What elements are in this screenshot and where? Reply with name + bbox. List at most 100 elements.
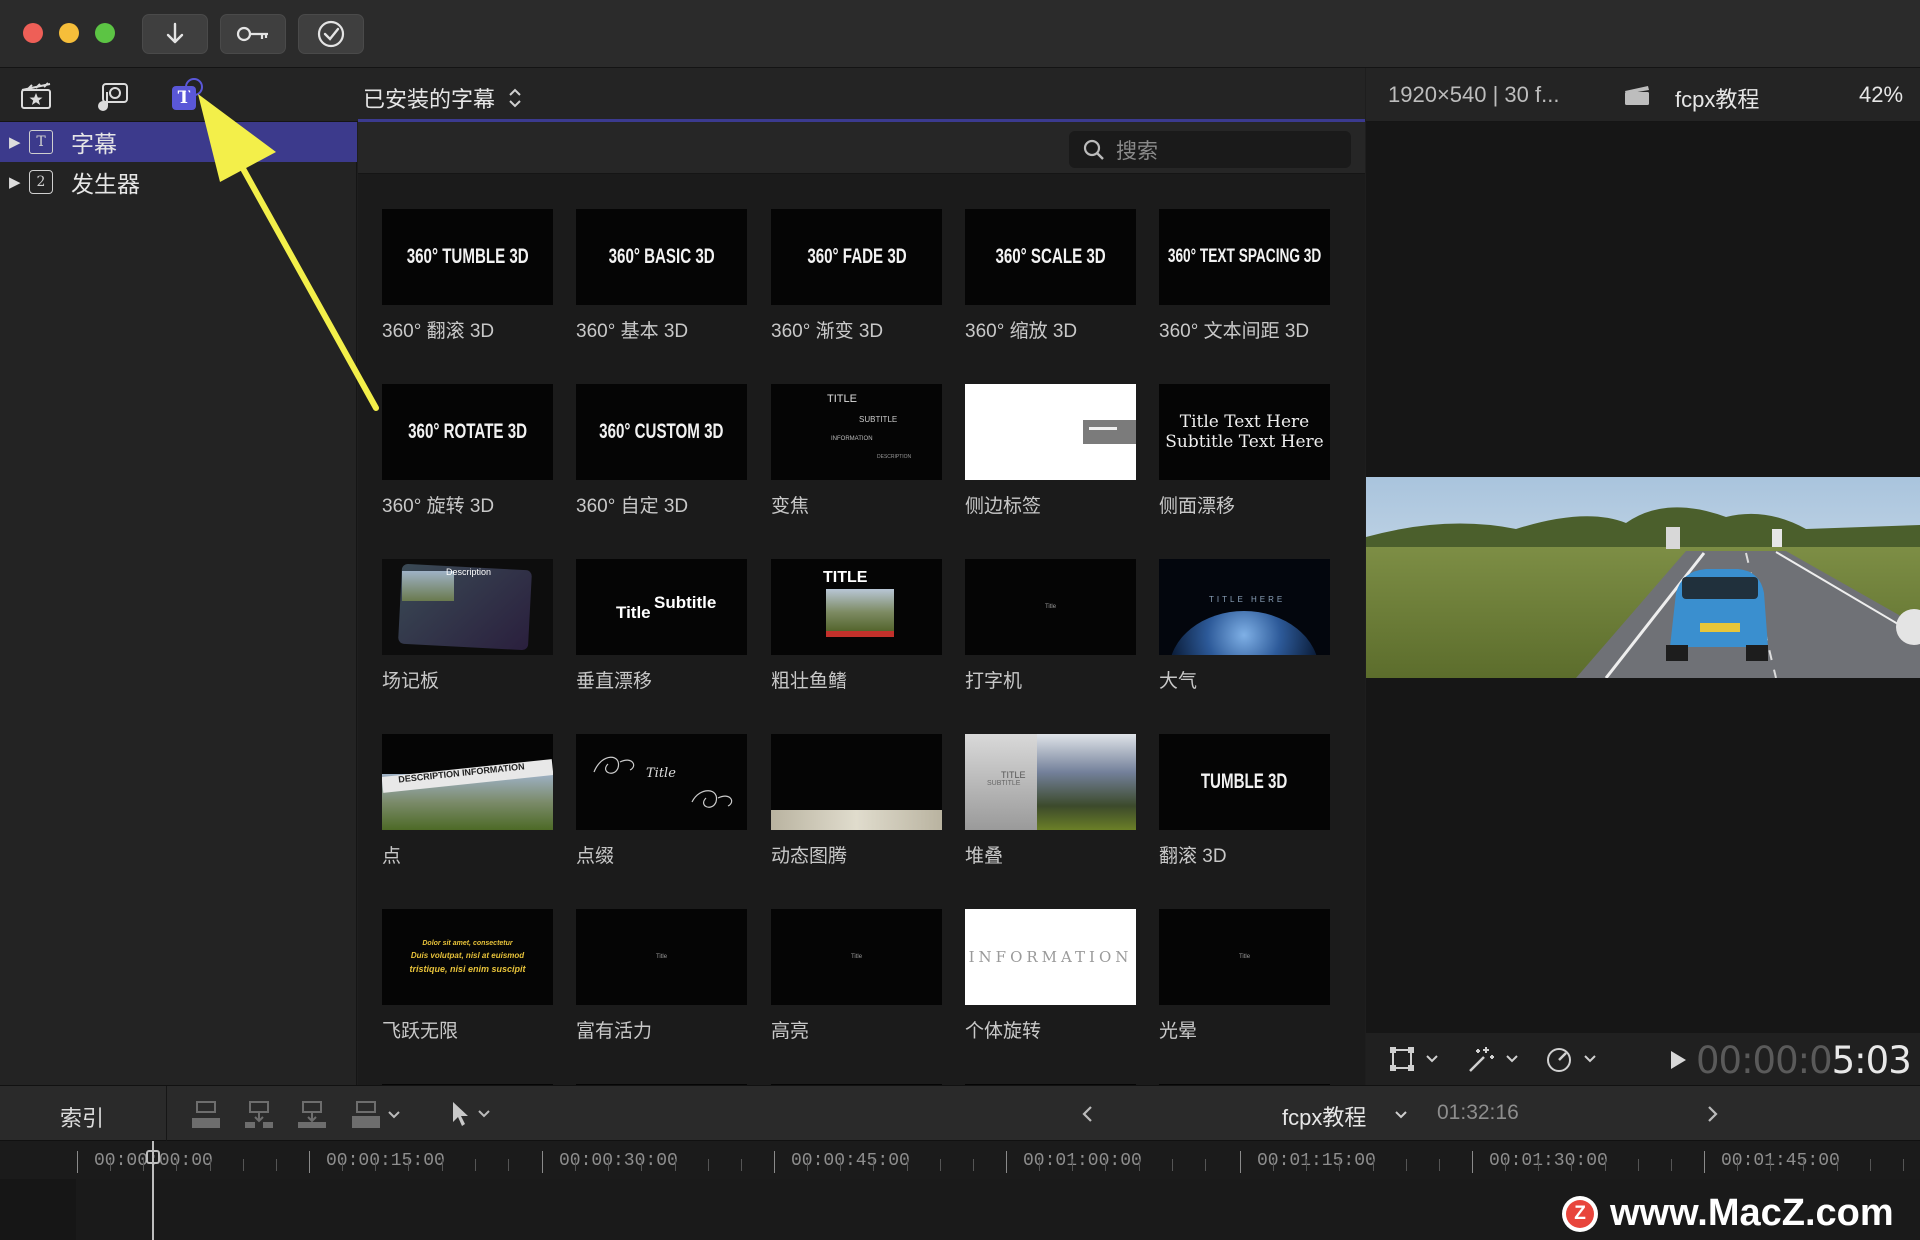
tool-select-button[interactable]	[450, 1100, 492, 1128]
libraries-button[interactable]	[20, 80, 52, 115]
close-window-button[interactable]	[23, 23, 43, 43]
zoom-level[interactable]: 42%	[1859, 82, 1903, 108]
disclosure-triangle-icon[interactable]: ▶	[9, 173, 21, 191]
title-tile[interactable]: Title Text Here Subtitle Text Here 侧面漂移	[1159, 384, 1330, 517]
thumbnail-text: Dolor sit amet, consectetur	[422, 940, 513, 947]
insert-clip-icon[interactable]	[243, 1100, 275, 1130]
title-label: 点缀	[576, 846, 615, 867]
title-tile[interactable]: TITLE HERE 大气	[1159, 559, 1330, 692]
title-thumbnail: 360° CUSTOM 3D	[576, 384, 747, 480]
title-tile[interactable]: TITLE SUBTITLE INFORMATION DESCRIPTION 变…	[771, 384, 942, 517]
title-tile[interactable]: 侧边标签	[965, 384, 1136, 517]
watermark-text: www.MacZ.com	[1610, 1192, 1894, 1234]
ruler-minor-tick	[641, 1159, 642, 1171]
title-tile[interactable]: 360° FADE 3D 360° 渐变 3D	[771, 209, 942, 342]
title-label: 360° 文本间距 3D	[1159, 321, 1310, 342]
title-tile[interactable]: Title 富有活力	[576, 909, 747, 1042]
chevron-down-icon[interactable]	[1393, 1109, 1409, 1121]
generators-category-icon: 2	[29, 170, 53, 194]
ruler-minor-tick	[1737, 1159, 1738, 1171]
chevron-down-icon	[1426, 1055, 1438, 1063]
overwrite-clip-button[interactable]	[350, 1100, 402, 1130]
import-button[interactable]	[142, 14, 208, 54]
title-thumbnail: Title	[771, 909, 942, 1005]
key-icon	[236, 26, 268, 42]
thumbnail-text: Subtitle	[654, 593, 717, 612]
thumbnail-text: TITLE	[1001, 770, 1026, 780]
ruler-minor-tick	[1205, 1159, 1206, 1171]
title-tile[interactable]: TITLE 粗壮鱼鳍	[771, 559, 942, 692]
title-tile[interactable]: 360° SCALE 3D 360° 缩放 3D	[965, 209, 1136, 342]
keywords-button[interactable]	[220, 14, 286, 54]
title-label: 360° 缩放 3D	[965, 321, 1078, 342]
title-tile[interactable]: Title 光晕	[1159, 909, 1330, 1042]
title-label: 垂直漂移	[576, 671, 653, 692]
ruler-minor-tick	[873, 1159, 874, 1171]
thumbnail-text: DESCRIPTION	[877, 454, 912, 460]
play-button[interactable]	[1668, 1049, 1688, 1071]
minimize-window-button[interactable]	[59, 23, 79, 43]
timecode-bright: 5:03	[1831, 1039, 1912, 1082]
timeline-ruler[interactable]: 00:00:00:00 00:00:15:00 00:00:30:00 00:0…	[0, 1141, 1920, 1179]
title-tile[interactable]: Dolor sit amet, consectetur Duis volutpa…	[382, 909, 553, 1042]
title-tile[interactable]: Description 场记板	[382, 559, 553, 692]
title-thumbnail: TITLE SUBTITLE INFORMATION DESCRIPTION	[771, 384, 942, 480]
timecode-display[interactable]: 00:00:05:03	[1696, 1039, 1912, 1082]
timeline-project-name[interactable]: fcpx教程	[1282, 1100, 1366, 1132]
macz-logo-icon: Z	[1562, 1195, 1598, 1232]
title-tile[interactable]: TITLE SUBTITLE 堆叠	[965, 734, 1136, 867]
transform-button[interactable]	[1388, 1045, 1440, 1073]
pointer-arrow-icon	[453, 1102, 468, 1126]
title-thumbnail: Title	[965, 559, 1136, 655]
playhead-handle[interactable]	[146, 1150, 160, 1164]
title-tile[interactable]: 360° TUMBLE 3D 360° 翻滚 3D	[382, 209, 553, 342]
forward-chevron-icon[interactable]	[1706, 1104, 1720, 1124]
title-tile[interactable]: 360° CUSTOM 3D 360° 自定 3D	[576, 384, 747, 517]
thumbnail-text: Title	[1044, 604, 1057, 610]
title-tile[interactable]: Title 打字机	[965, 559, 1136, 692]
index-button[interactable]: 索引	[60, 1101, 104, 1133]
ruler-minor-tick	[940, 1159, 941, 1171]
flourish-ornament	[593, 756, 733, 808]
title-thumbnail	[965, 384, 1136, 480]
title-thumbnail: Description	[382, 559, 553, 655]
title-tile[interactable]: Title 点缀	[576, 734, 747, 867]
connect-clip-icon[interactable]	[190, 1100, 222, 1130]
title-label: 富有活力	[576, 1021, 653, 1042]
title-label: 个体旋转	[965, 1021, 1042, 1042]
background-tasks-button[interactable]	[298, 14, 364, 54]
title-tile[interactable]: Title 高亮	[771, 909, 942, 1042]
title-tile[interactable]: 360° TEXT SPACING 3D 360° 文本间距 3D	[1159, 209, 1330, 342]
zoom-window-button[interactable]	[95, 23, 115, 43]
title-tile[interactable]: DESCRIPTION INFORMATION 点	[382, 734, 553, 867]
retime-button[interactable]	[1544, 1045, 1598, 1073]
title-tile[interactable]: 360° BASIC 3D 360° 基本 3D	[576, 209, 747, 342]
enhance-button[interactable]	[1466, 1045, 1520, 1073]
photos-audio-button[interactable]	[95, 80, 129, 117]
append-clip-icon[interactable]	[296, 1100, 328, 1130]
title-tile[interactable]: Title Subtitle 垂直漂移	[576, 559, 747, 692]
back-chevron-icon[interactable]	[1080, 1104, 1094, 1124]
ruler-minor-tick	[708, 1159, 709, 1171]
ruler-label: 00:00:30:00	[559, 1151, 678, 1171]
title-tile[interactable]: 360° ROTATE 3D 360° 旋转 3D	[382, 384, 553, 517]
watermark: Z www.MacZ.com	[1562, 1192, 1894, 1235]
thumbnail-text: 360° FADE 3D	[806, 245, 907, 268]
thumbnail-text: Title	[616, 603, 651, 622]
search-field[interactable]: 搜索	[1069, 131, 1351, 168]
camera-music-icon	[98, 83, 128, 111]
checkmark-circle-icon	[317, 20, 345, 48]
ruler-minor-tick	[608, 1159, 609, 1171]
title-thumbnail: Dolor sit amet, consectetur Duis volutpa…	[382, 909, 553, 1005]
title-tile[interactable]: INFORMATION 个体旋转	[965, 909, 1136, 1042]
title-tile[interactable]: 动态图腾	[771, 734, 942, 867]
ruler-minor-tick	[1139, 1159, 1140, 1171]
disclosure-triangle-icon[interactable]: ▶	[9, 133, 21, 151]
sidebar-item-label: 字幕	[71, 131, 117, 157]
timecode-dim: 00:00:0	[1696, 1039, 1833, 1082]
title-tile[interactable]: TUMBLE 3D 翻滚 3D	[1159, 734, 1330, 867]
ruler-minor-tick	[475, 1159, 476, 1171]
viewer-project-name[interactable]: fcpx教程	[1675, 82, 1759, 114]
chevron-down-icon	[388, 1111, 400, 1119]
ruler-minor-tick	[741, 1159, 742, 1171]
